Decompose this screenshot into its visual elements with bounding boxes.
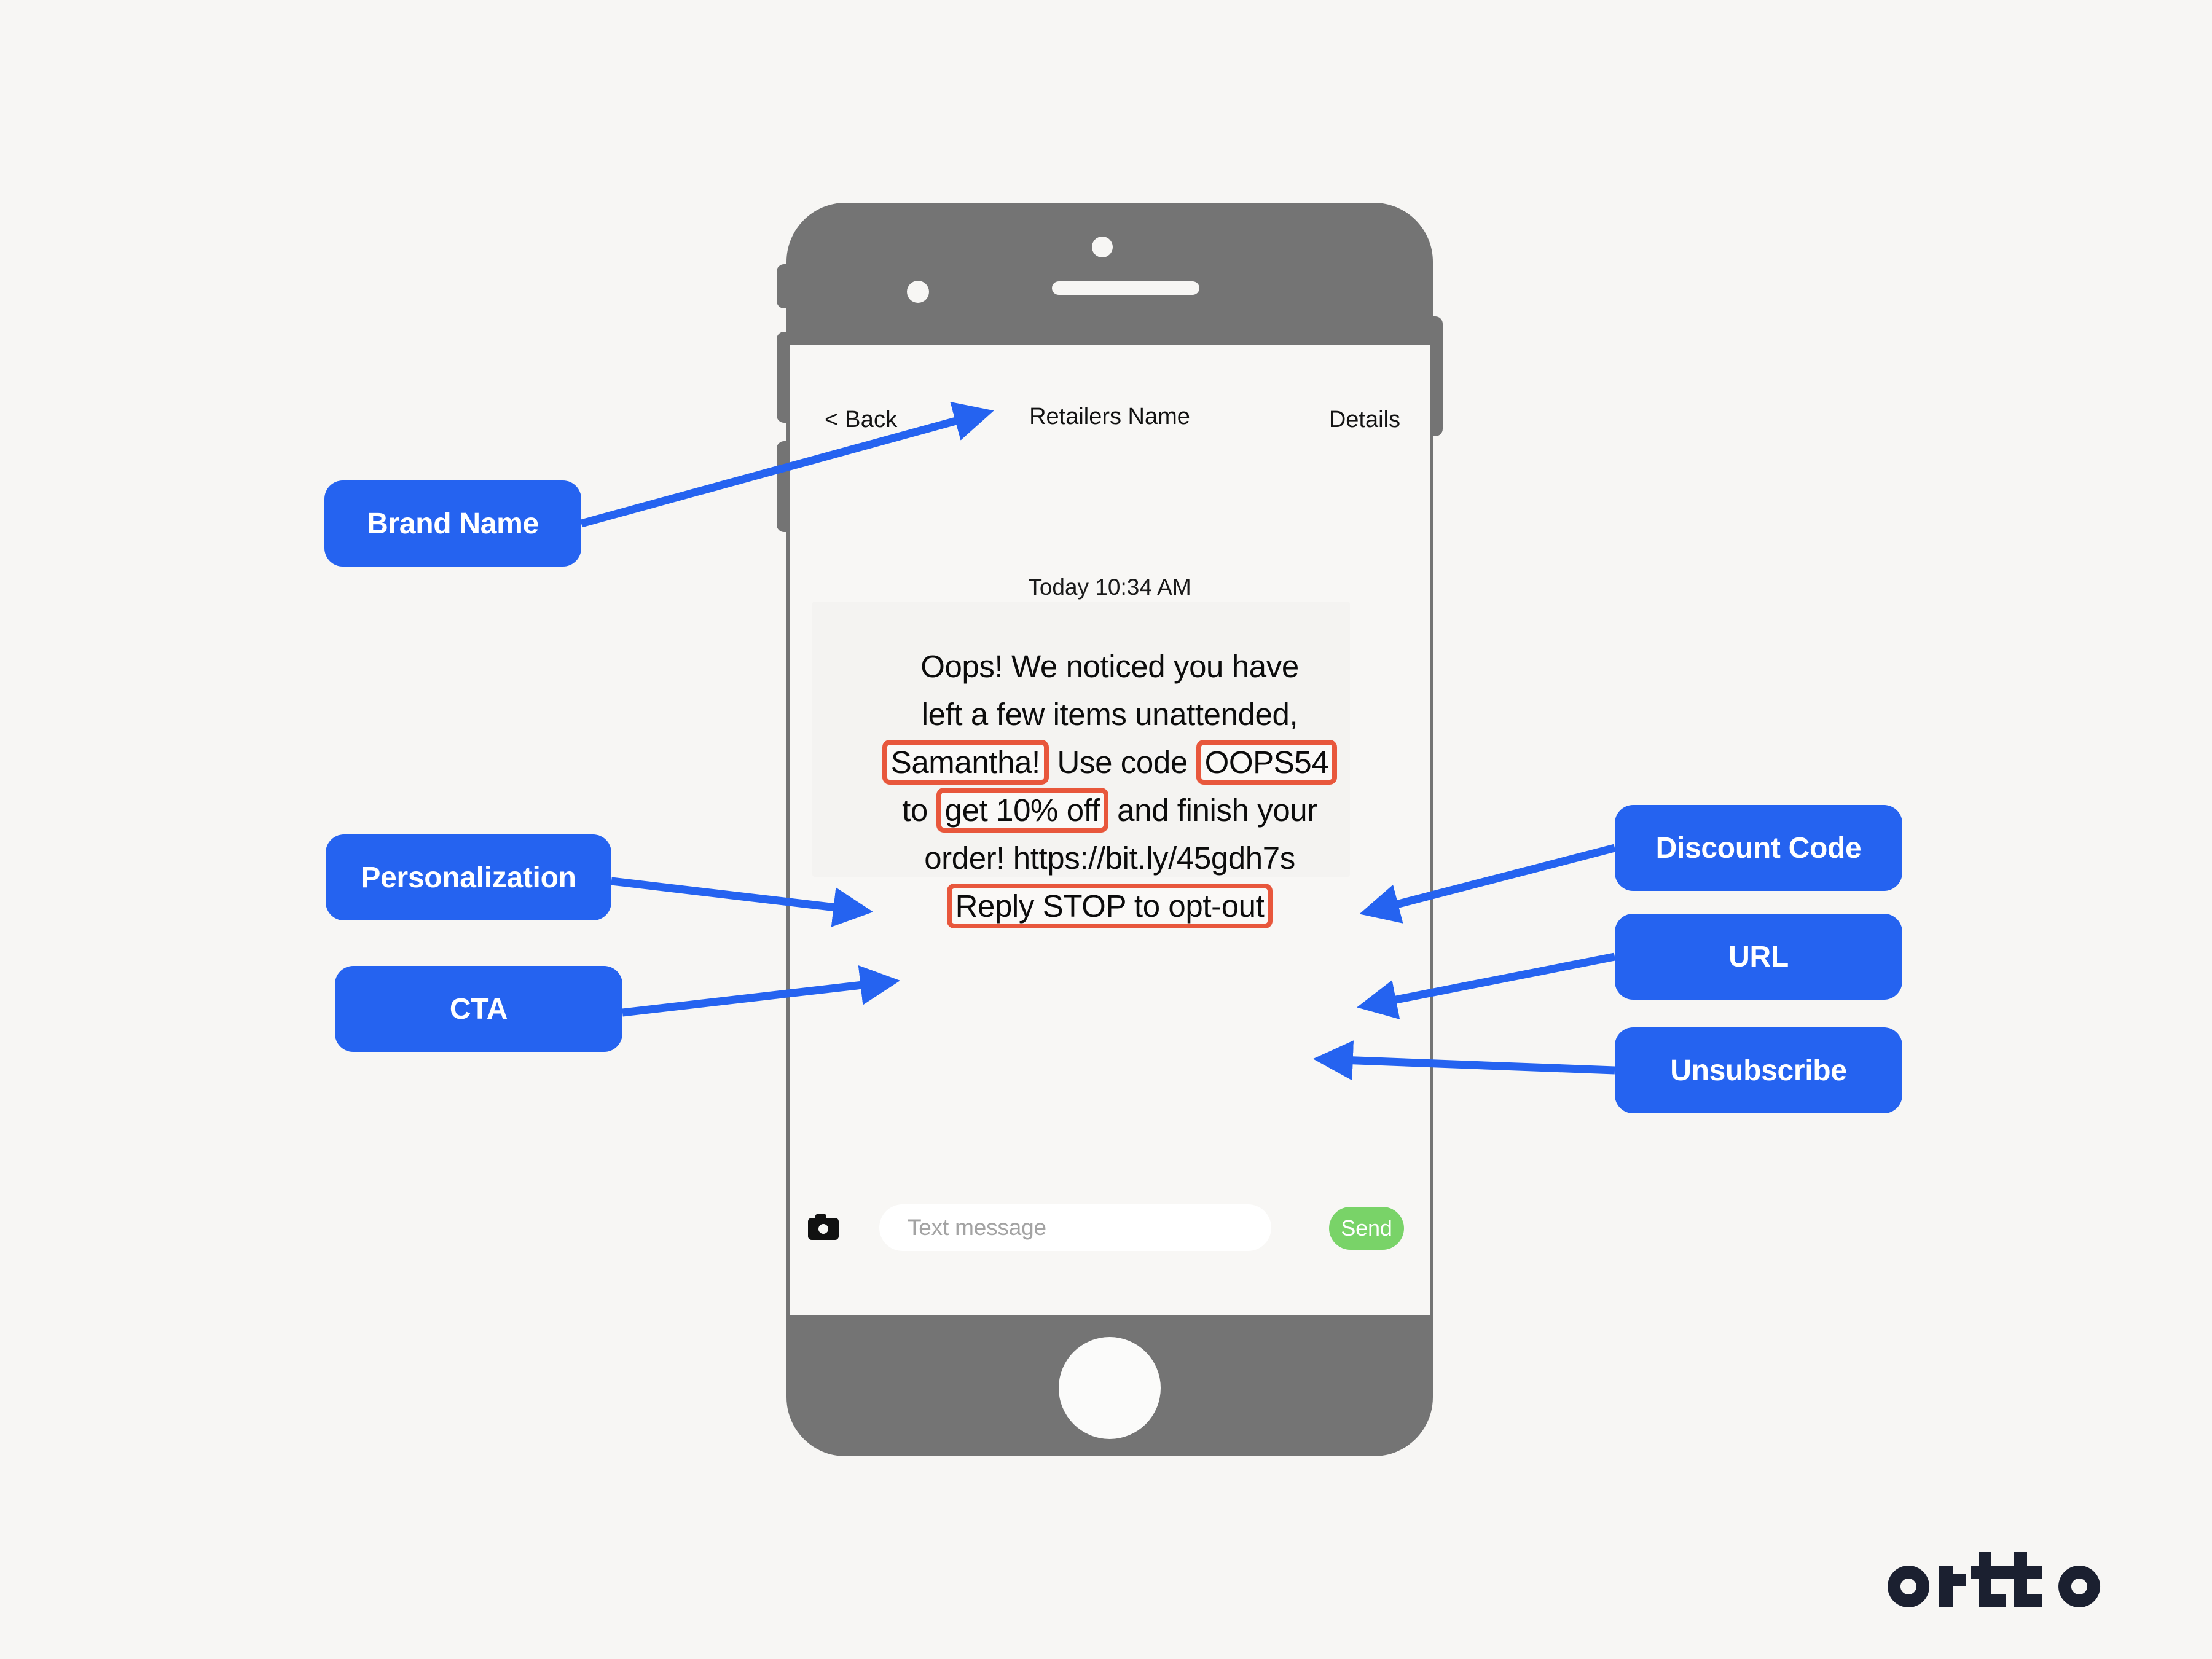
message-line-1: Oops! We noticed you have: [920, 649, 1299, 684]
text-message-input[interactable]: Text message: [879, 1204, 1271, 1251]
text-message-placeholder: Text message: [908, 1215, 1046, 1240]
phone-screen: < Back Retailers Name Details Today 10:3…: [790, 345, 1430, 1315]
back-button[interactable]: < Back: [825, 407, 897, 433]
message-text: Oops! We noticed you have left a few ite…: [833, 643, 1386, 930]
sms-header: < Back Retailers Name Details: [790, 345, 1430, 437]
callout-cta[interactable]: CTA: [335, 966, 622, 1052]
conversation-title: Retailers Name: [1029, 404, 1190, 429]
message-line-2: left a few items unattended,: [921, 697, 1298, 732]
and-finish-text: and finish your: [1117, 793, 1317, 828]
silent-switch-button[interactable]: [777, 264, 791, 308]
unsubscribe-token: Reply STOP to opt-out: [946, 884, 1273, 928]
send-button[interactable]: Send: [1329, 1207, 1404, 1250]
ortto-logo: [1888, 1552, 2101, 1607]
callout-discount-code[interactable]: Discount Code: [1615, 805, 1902, 891]
callout-brand-name[interactable]: Brand Name: [324, 480, 581, 567]
send-button-label: Send: [1341, 1215, 1392, 1241]
message-timestamp: Today 10:34 AM: [1028, 575, 1191, 600]
front-camera-icon: [1092, 237, 1113, 257]
home-button[interactable]: [1059, 1337, 1161, 1439]
use-code-label: Use code: [1057, 745, 1188, 780]
message-composer: Text message Send: [790, 1174, 1430, 1315]
cta-token: get 10% off: [936, 788, 1109, 833]
order-word: order!: [924, 841, 1005, 876]
discount-code-token: OOPS54: [1196, 740, 1338, 785]
message-url[interactable]: https://bit.ly/45gdh7s: [1013, 841, 1295, 876]
phone-mockup: < Back Retailers Name Details Today 10:3…: [777, 203, 1443, 1456]
diagram-canvas: < Back Retailers Name Details Today 10:3…: [0, 0, 2212, 1659]
callout-url[interactable]: URL: [1615, 914, 1902, 1000]
earpiece-speaker-icon: [1052, 281, 1199, 295]
camera-icon[interactable]: [808, 1214, 839, 1240]
personalization-token: Samantha!: [882, 740, 1049, 785]
power-button[interactable]: [1428, 316, 1443, 436]
to-word: to: [902, 793, 928, 828]
callout-personalization[interactable]: Personalization: [326, 834, 611, 920]
callout-unsubscribe[interactable]: Unsubscribe: [1615, 1027, 1902, 1113]
proximity-sensor-icon: [907, 281, 929, 303]
details-button[interactable]: Details: [1329, 407, 1400, 433]
